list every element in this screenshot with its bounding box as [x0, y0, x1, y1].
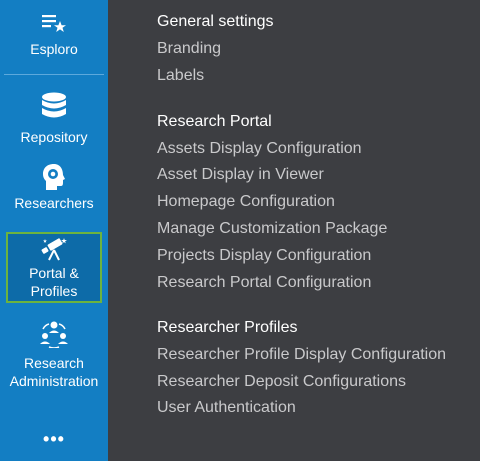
sidebar-item-research-administration[interactable]: Research Administration [0, 320, 108, 390]
menu-link-manage-customization-package[interactable]: Manage Customization Package [157, 220, 387, 238]
section-title-general-settings: General settings [157, 13, 274, 30]
sidebar-item-label: Research Administration [9, 355, 99, 389]
menu-link-researcher-deposit-configurations[interactable]: Researcher Deposit Configurations [157, 373, 406, 391]
database-icon [41, 92, 67, 120]
more-options-icon[interactable]: ••• [0, 430, 108, 448]
menu-link-research-portal-configuration[interactable]: Research Portal Configuration [157, 274, 371, 292]
menu-link-assets-display-configuration[interactable]: Assets Display Configuration [157, 140, 362, 158]
menu-link-asset-display-in-viewer[interactable]: Asset Display in Viewer [157, 166, 324, 184]
sidebar-item-portal-profiles[interactable]: Portal & Profiles [0, 237, 108, 300]
section-title-research-portal: Research Portal [157, 113, 272, 130]
list-star-icon [41, 12, 67, 34]
sidebar-item-label: Repository [20, 129, 88, 145]
sidebar-item-label: Researchers [14, 195, 94, 211]
sidebar-item-esploro[interactable]: Esploro [0, 12, 108, 58]
menu-link-labels[interactable]: Labels [157, 67, 204, 85]
telescope-icon [39, 237, 69, 261]
sidebar-item-label: Esploro [30, 41, 78, 57]
menu-link-user-authentication[interactable]: User Authentication [157, 399, 296, 417]
menu-link-researcher-profile-display-configuration[interactable]: Researcher Profile Display Configuration [157, 346, 446, 364]
section-title-researcher-profiles: Researcher Profiles [157, 319, 298, 336]
sidebar-divider [4, 74, 104, 75]
menu-link-branding[interactable]: Branding [157, 40, 221, 58]
sidebar: Esploro Repository Researchers Portal & … [0, 0, 108, 461]
sidebar-item-repository[interactable]: Repository [0, 92, 108, 146]
menu-link-projects-display-configuration[interactable]: Projects Display Configuration [157, 247, 371, 265]
menu-link-homepage-configuration[interactable]: Homepage Configuration [157, 193, 335, 211]
people-network-icon [39, 320, 69, 348]
sidebar-item-researchers[interactable]: Researchers [0, 163, 108, 212]
sidebar-item-label: Portal & Profiles [29, 265, 79, 299]
head-brain-icon [41, 163, 67, 191]
